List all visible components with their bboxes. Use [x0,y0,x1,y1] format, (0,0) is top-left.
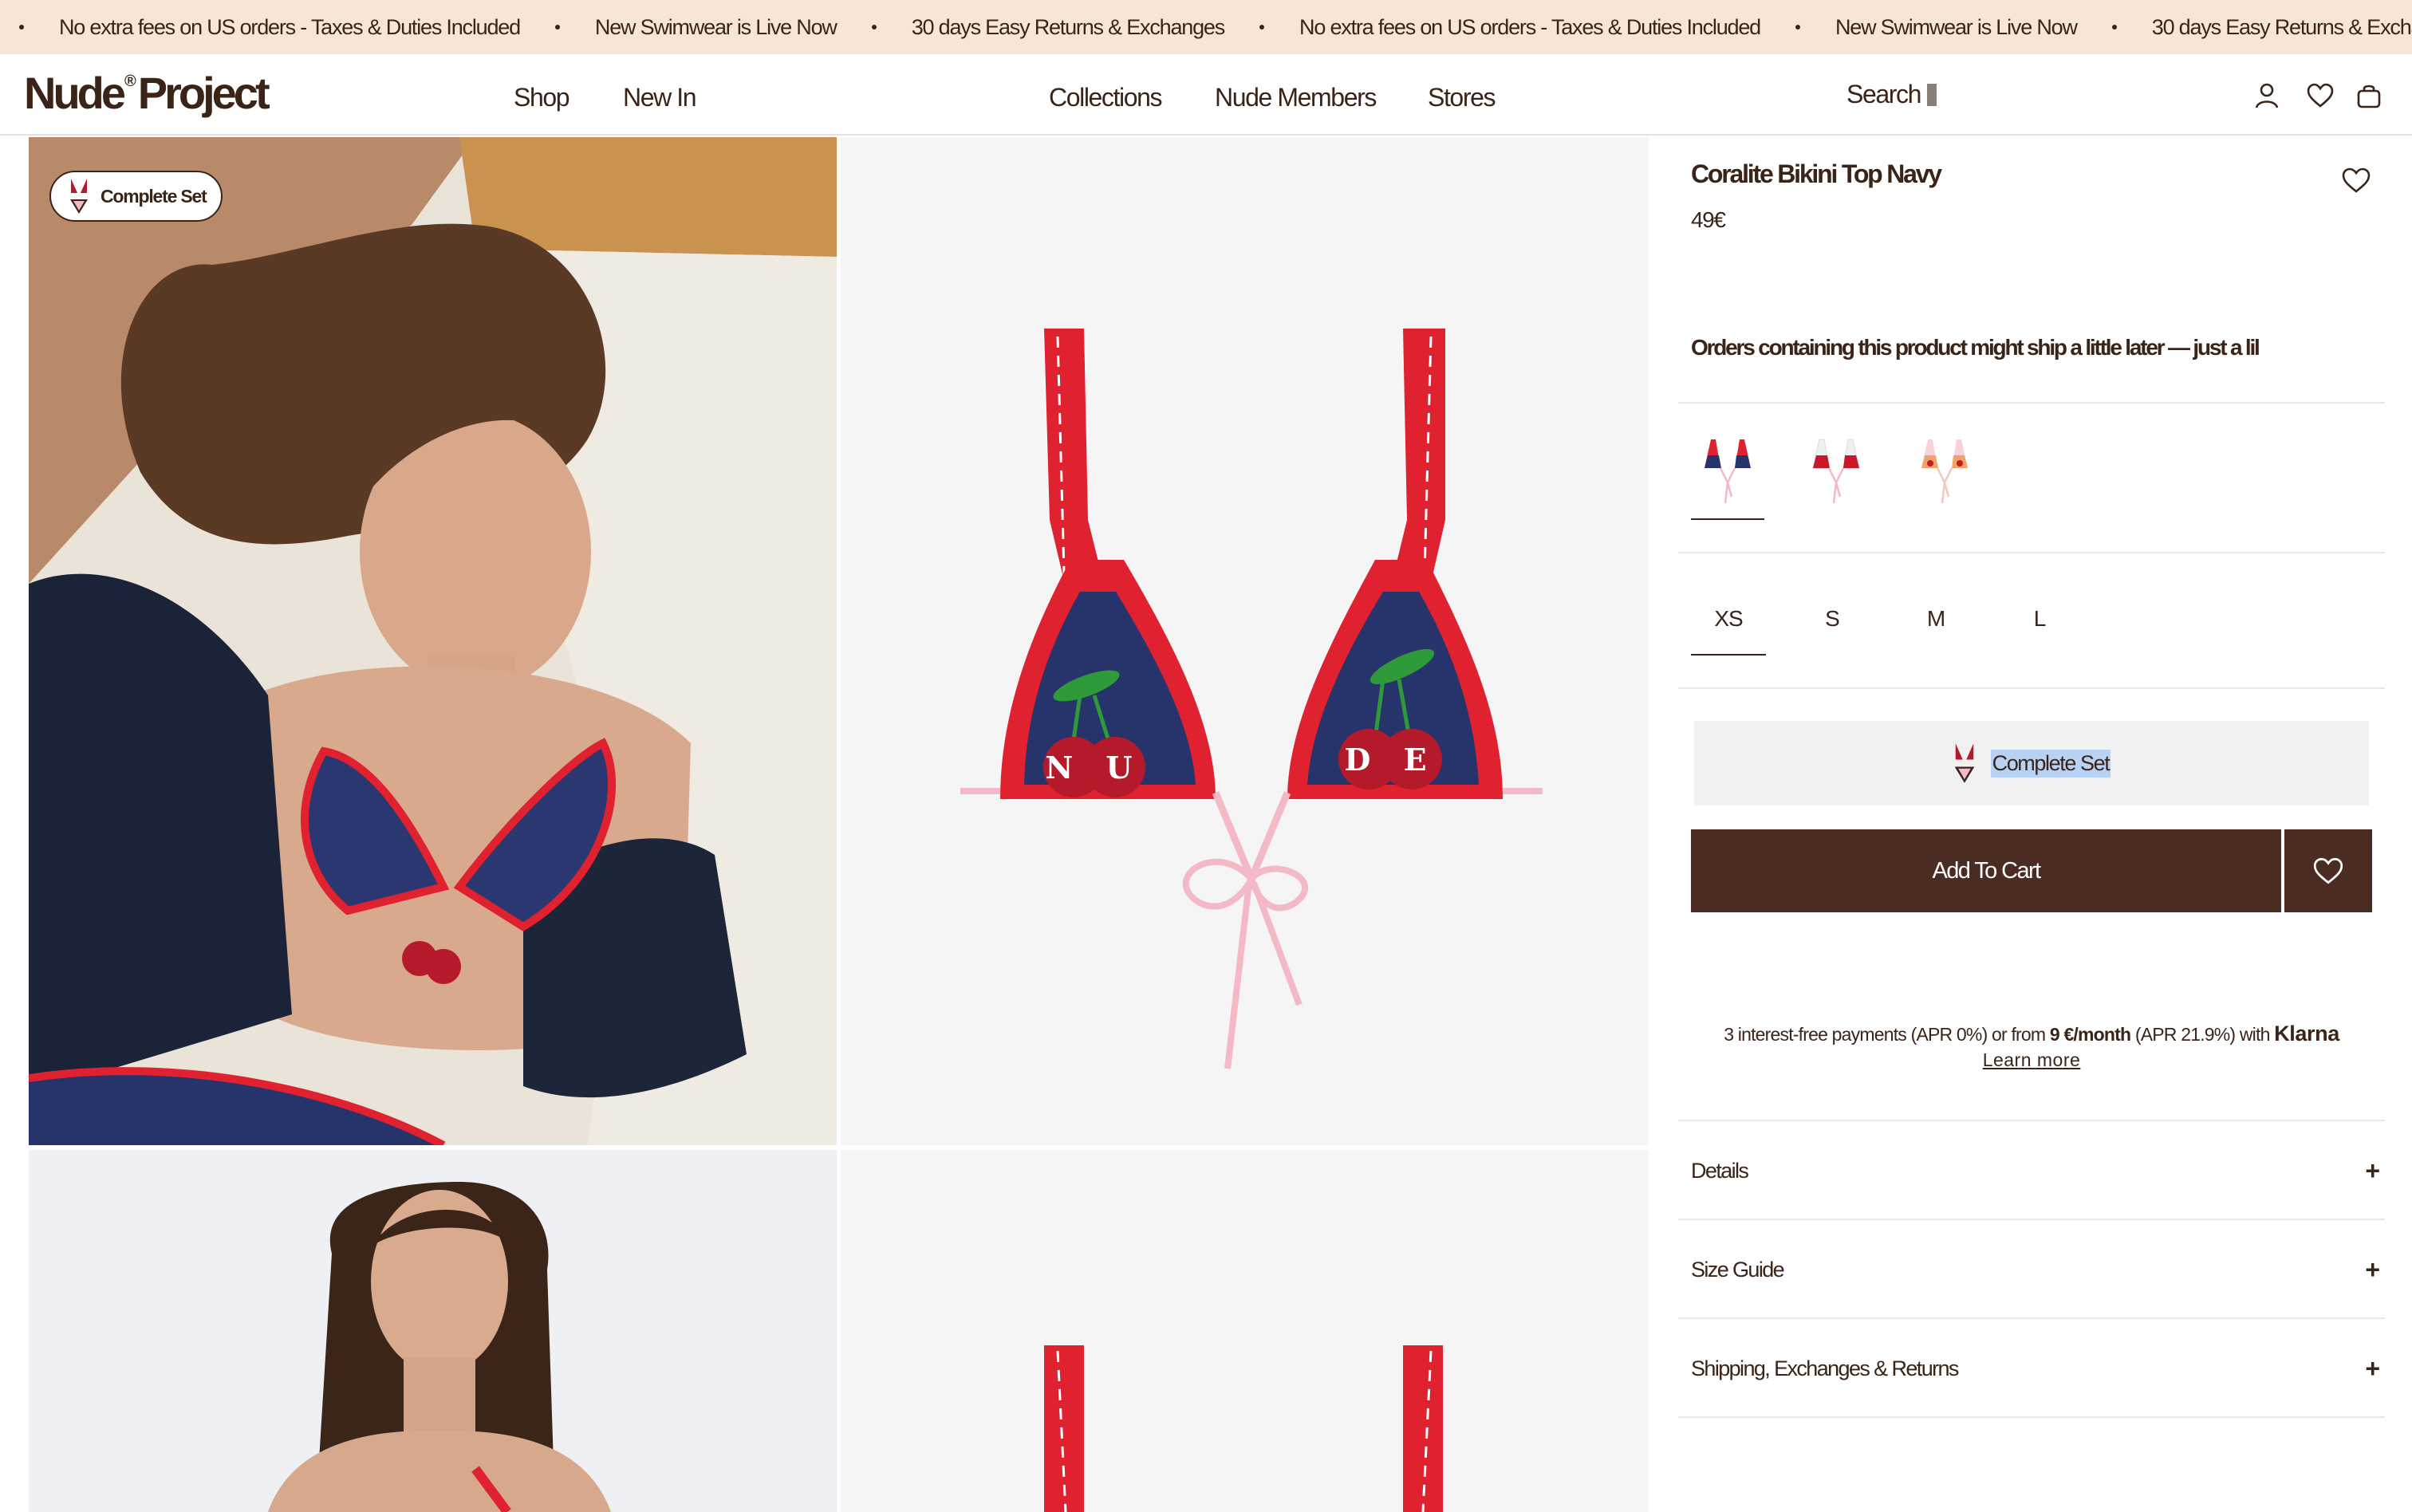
size-option-l[interactable]: L [2002,593,2077,644]
add-to-cart-button[interactable]: Add To Cart [1691,829,2281,912]
site-logo[interactable]: Nude ®Project [24,67,270,119]
accordion-shipping[interactable]: Shipping, Exchanges & Returns + [1691,1345,2385,1392]
announcement-text: New Swimwear is Live Now [1835,14,2078,39]
product-photo-flat-detail[interactable] [841,1150,1649,1512]
cup-letters-right: D E [1344,742,1437,778]
logo-registered-mark: ® [124,73,136,90]
divider [1678,1219,2385,1220]
divider [1678,1416,2385,1418]
swatch-navy-thumbnail [1705,439,1751,504]
size-option-m[interactable]: M [1898,593,1973,644]
product-price: 49€ [1691,207,1726,232]
announcement-bar: No extra fees on US orders - Taxes & Dut… [0,0,2412,54]
announcement-text: 30 days Easy Returns & Exchanges [911,14,1226,39]
accordion-size-guide-label: Size Guide [1691,1257,1785,1282]
announcement-item: No extra fees on US orders - Taxes & Dut… [0,14,521,40]
bullet-dot [871,25,877,30]
size-option-s[interactable]: S [1795,593,1870,644]
search-label: Search [1846,80,1921,108]
nav-nude-members[interactable]: Nude Members [1215,83,1377,112]
search-input[interactable]: Search [1846,80,1937,109]
announcement-text: New Swimwear is Live Now [594,14,838,39]
accordion-details[interactable]: Details + [1691,1147,2385,1195]
complete-set-badge-label: Complete Set [100,185,207,207]
add-to-wishlist-button[interactable] [2284,829,2372,912]
announcement-track: No extra fees on US orders - Taxes & Dut… [0,0,2412,54]
color-swatch-navy[interactable] [1691,432,1764,520]
accordion-size-guide[interactable]: Size Guide + [1691,1246,2385,1293]
size-option-xs[interactable]: XS [1691,593,1766,656]
heart-icon [2313,857,2343,884]
klarna-learn-more-link[interactable]: Learn more [1983,1049,2081,1070]
announcement-text: No extra fees on US orders - Taxes & Dut… [59,14,521,39]
divider [1678,552,2385,553]
announcement-item: 30 days Easy Returns & Exchanges [2077,15,2412,40]
nav-collections[interactable]: Collections [1049,83,1163,112]
announcement-item: No extra fees on US orders - Taxes & Dut… [1224,14,1761,40]
announcement-text: 30 days Easy Returns & Exchanges [2151,14,2412,39]
product-photo-model-standing[interactable] [29,1150,837,1512]
model-photo-illustration [29,137,837,1145]
swatch-red-thumbnail [1812,439,1860,504]
plus-icon: + [2365,1353,2380,1383]
bullet-dot [554,25,560,30]
accordion-details-label: Details [1691,1158,1749,1183]
divider [1678,687,2385,689]
klarna-logo: Klarna [2274,1022,2339,1045]
bikini-set-icon [70,179,88,214]
bullet-dot [2111,25,2117,30]
bikini-top-illustration: N U D E [960,329,1543,1069]
accordion-shipping-label: Shipping, Exchanges & Returns [1691,1356,1959,1380]
announcement-item: 30 days Easy Returns & Exchanges [837,14,1226,40]
nav-stores[interactable]: Stores [1428,83,1496,112]
divider [1678,1120,2385,1121]
site-header: Nude ®Project Shop New In Collections Nud… [0,54,2412,136]
nav-new-in[interactable]: New In [623,83,697,112]
klarna-amount: 9 €/month [2049,1024,2131,1045]
wishlist-heart-icon[interactable] [2340,166,2372,195]
bullet-dot [1795,25,1800,30]
product-title: Coralite Bikini Top Navy [1691,159,1942,188]
logo-text-right: Project [137,68,270,118]
bullet-dot [19,25,24,30]
product-photo-model-lying[interactable]: Complete Set [29,137,837,1145]
user-icon[interactable] [2251,80,2283,112]
shipping-delay-note: Orders containing this product might shi… [1691,335,2260,360]
announcement-text: No extra fees on US orders - Taxes & Dut… [1299,14,1761,39]
color-swatch-pink[interactable] [1908,432,1981,509]
bikini-set-icon [1954,743,1974,783]
klarna-text-before: 3 interest-free payments (APR 0%) or fro… [1724,1024,2050,1045]
bag-icon[interactable] [2353,80,2385,112]
strap-detail-illustration [841,1150,1649,1512]
divider [1678,402,2385,404]
announcement-item: New Swimwear is Live Now [1760,14,2078,40]
product-photo-flat-front[interactable]: N U D E [841,137,1649,1145]
klarna-text-after: (APR 21.9%) with [2130,1024,2275,1045]
complete-set-badge[interactable]: Complete Set [49,171,223,222]
swatch-pink-thumbnail [1921,439,1968,504]
announcement-item: New Swimwear is Live Now [520,14,838,40]
complete-set-button-label: Complete Set [1990,749,2111,778]
logo-text-left: Nude [24,68,126,118]
klarna-line: 3 interest-free payments (APR 0%) or fro… [1678,1021,2385,1047]
plus-icon: + [2365,1254,2380,1284]
plus-icon: + [2365,1156,2380,1185]
cup-letters-left: N U [1045,750,1143,786]
bullet-dot [1259,25,1265,30]
standing-model-illustration [29,1150,837,1512]
klarna-payment-info: 3 interest-free payments (APR 0%) or fro… [1678,1021,2385,1073]
color-swatch-red[interactable] [1799,432,1873,509]
product-info-panel: Coralite Bikini Top Navy 49€ Orders cont… [1678,137,2388,1512]
nav-shop[interactable]: Shop [514,83,570,112]
heart-icon[interactable] [2304,80,2336,112]
complete-set-button[interactable]: Complete Set [1694,721,2369,805]
text-cursor [1927,83,1937,106]
divider [1678,1317,2385,1319]
